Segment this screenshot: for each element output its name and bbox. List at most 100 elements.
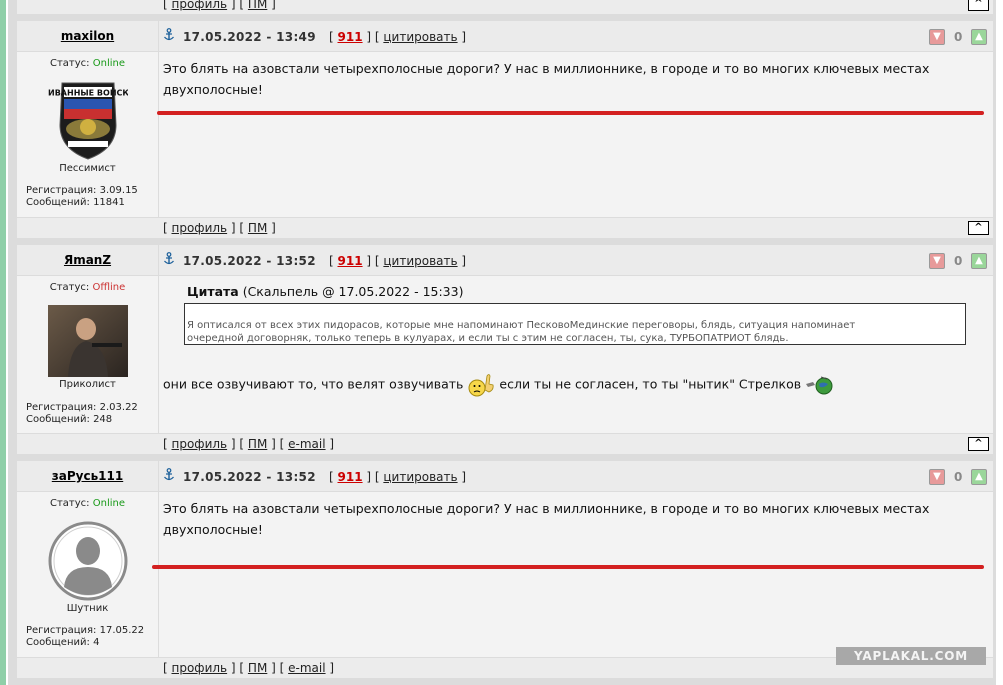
user-avatar[interactable] — [48, 305, 128, 377]
previous-post-footer: [ профиль ] [ ПМ ] ^ — [17, 0, 993, 14]
red-underline-annotation — [157, 111, 984, 115]
thumb-down-icon[interactable]: ▼ — [929, 469, 945, 485]
site-watermark: YAPLAKAL.COM — [836, 647, 986, 665]
quote-text-line: очередной договорняк, только теперь в ку… — [187, 333, 789, 344]
quote-link[interactable]: цитировать — [383, 470, 457, 484]
user-status: Статус: Online — [17, 498, 158, 509]
pm-link[interactable]: ПМ — [248, 661, 267, 675]
msgs-count: 248 — [93, 414, 113, 425]
post-body: они все озвучивают то, что велят озвучив… — [163, 372, 993, 398]
post-date: 17.05.2022 - 13:49 — [183, 30, 316, 44]
thumb-up-icon[interactable]: ▲ — [971, 469, 987, 485]
rating-value: 0 — [954, 470, 963, 484]
scroll-top-button[interactable]: ^ — [968, 437, 989, 451]
quote-header: Цитата (Скальпель @ 17.05.2022 - 15:33) — [187, 284, 463, 299]
username-link[interactable]: maxilon — [61, 29, 114, 43]
footer-links: [ профиль ] [ ПМ ] [ e-mail ] — [163, 437, 335, 451]
thinking-smiley-icon — [468, 374, 494, 397]
username-link[interactable]: заРусь111 — [52, 469, 123, 483]
anchor-icon[interactable] — [163, 468, 175, 482]
red-underline-annotation — [152, 565, 984, 569]
anchor-icon[interactable] — [163, 252, 175, 266]
status-value: Online — [92, 498, 125, 509]
post-text-line: Это блять на азовстали четырехполосные д… — [163, 501, 930, 516]
post-body: Это блять на азовстали четырехполосные д… — [163, 58, 993, 100]
user-avatar[interactable]: ДИВАННЫЕ ВОЙСКА — [48, 79, 128, 161]
post-text: они все озвучивают то, что велят озвучив… — [163, 376, 464, 392]
reg-label: Регистрация: — [26, 185, 97, 196]
quote-title: Цитата — [187, 284, 239, 299]
post-content-area — [159, 276, 993, 433]
reg-label: Регистрация: — [26, 625, 97, 636]
rating-widget: ▼ 0 ▲ — [927, 27, 989, 47]
email-link[interactable]: e-mail — [288, 437, 325, 451]
quote-link[interactable]: цитировать — [383, 254, 457, 268]
username-cell: ЯmanZ — [17, 245, 158, 275]
profile-link[interactable]: профиль — [172, 437, 228, 451]
reg-date: 3.09.15 — [99, 185, 138, 196]
rating-value: 0 — [954, 30, 963, 44]
post-date: 17.05.2022 - 13:52 — [183, 470, 316, 484]
post-meta-bar: 17.05.2022 - 13:52 [ 911 ] [ цитировать … — [159, 461, 993, 491]
scroll-top-button[interactable]: ^ — [968, 221, 989, 235]
pm-link[interactable]: ПМ — [248, 437, 267, 451]
post-text-line: двухполосные! — [163, 522, 263, 537]
globe-smiley-icon — [806, 376, 833, 395]
user-stats: Регистрация: 3.09.15 Сообщений: 11841 — [26, 185, 138, 209]
status-label: Статус: — [50, 58, 90, 69]
msgs-count: 11841 — [93, 197, 125, 208]
footer-links: [ профиль ] [ ПМ ] — [163, 0, 276, 11]
anchor-icon[interactable] — [163, 28, 175, 42]
rating-widget: ▼ 0 ▲ — [927, 467, 989, 487]
thumb-down-icon[interactable]: ▼ — [929, 29, 945, 45]
reg-label: Регистрация: — [26, 402, 97, 413]
msgs-label: Сообщений: — [26, 637, 90, 648]
avatar-text: ДИВАННЫЕ ВОЙСКА — [48, 87, 128, 98]
forum-post: maxilon 17.05.2022 - 13:49 [ 911 ] [ цит… — [17, 21, 993, 217]
rating-value: 0 — [954, 254, 963, 268]
user-rank: Приколист — [59, 379, 116, 390]
profile-link[interactable]: профиль — [172, 0, 228, 11]
post-actions: [ 911 ] [ цитировать ] — [329, 30, 467, 44]
quote-link[interactable]: цитировать — [383, 30, 457, 44]
email-link[interactable]: e-mail — [288, 661, 325, 675]
msgs-label: Сообщений: — [26, 197, 90, 208]
reg-date: 2.03.22 — [99, 402, 138, 413]
footer-links: [ профиль ] [ ПМ ] [ e-mail ] — [163, 661, 335, 675]
msgs-label: Сообщений: — [26, 414, 90, 425]
user-stats: Регистрация: 17.05.22 Сообщений: 4 — [26, 625, 144, 649]
profile-link[interactable]: профиль — [172, 661, 228, 675]
username-link[interactable]: ЯmanZ — [64, 253, 111, 267]
post-body: Это блять на азовстали четырехполосные д… — [163, 498, 993, 540]
post-number-link[interactable]: 911 — [338, 254, 363, 268]
status-value: Online — [92, 58, 125, 69]
thumb-up-icon[interactable]: ▲ — [971, 29, 987, 45]
post-actions: [ 911 ] [ цитировать ] — [329, 254, 467, 268]
rating-widget: ▼ 0 ▲ — [927, 251, 989, 271]
post-footer: [ профиль ] [ ПМ ] [ e-mail ] ^ — [17, 434, 993, 454]
user-status: Статус: Offline — [17, 282, 158, 293]
pm-link[interactable]: ПМ — [248, 221, 267, 235]
scroll-top-button[interactable]: ^ — [968, 0, 989, 11]
forum-post: заРусь111 17.05.2022 - 13:52 [ 911 ] [ ц… — [17, 461, 993, 657]
quote-box: Я оптисался от всех этих пидорасов, кото… — [184, 303, 966, 345]
default-avatar-icon[interactable] — [48, 521, 128, 601]
post-actions: [ 911 ] [ цитировать ] — [329, 470, 467, 484]
post-text-line: Это блять на азовстали четырехполосные д… — [163, 61, 930, 76]
post-text: если ты не согласен, то ты "нытик" Стрел… — [499, 376, 802, 392]
footer-links: [ профиль ] [ ПМ ] — [163, 221, 276, 235]
post-text-line: двухполосные! — [163, 82, 263, 97]
post-number-link[interactable]: 911 — [338, 30, 363, 44]
username-cell: maxilon — [17, 21, 158, 51]
reg-date: 17.05.22 — [99, 625, 145, 636]
post-number-link[interactable]: 911 — [338, 470, 363, 484]
msgs-count: 4 — [93, 637, 100, 648]
thumb-up-icon[interactable]: ▲ — [971, 253, 987, 269]
pm-link[interactable]: ПМ — [248, 0, 267, 11]
user-status: Статус: Online — [17, 58, 158, 69]
profile-link[interactable]: профиль — [172, 221, 228, 235]
user-rank: Пессимист — [59, 163, 116, 174]
status-value: Offline — [92, 282, 126, 293]
thumb-down-icon[interactable]: ▼ — [929, 253, 945, 269]
quote-meta: (Скальпель @ 17.05.2022 - 15:33) — [242, 284, 464, 299]
